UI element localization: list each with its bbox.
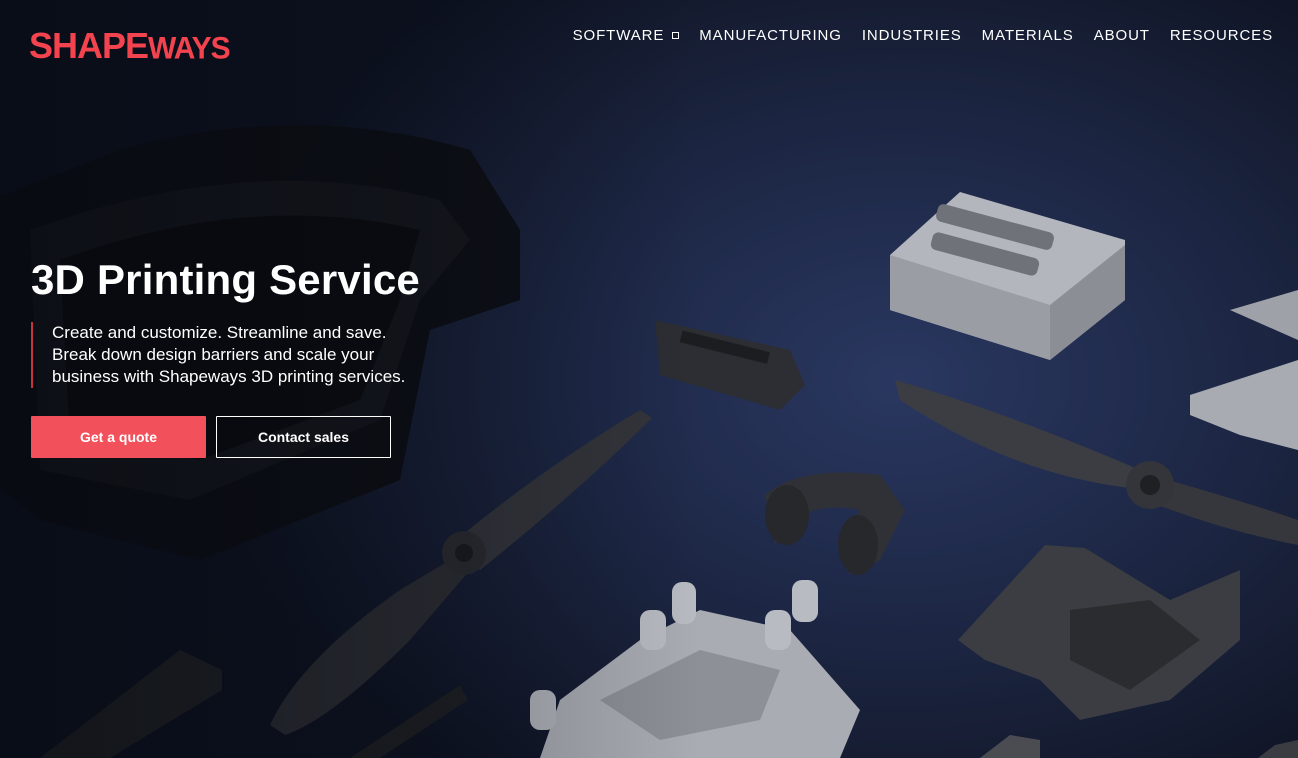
shapeways-logo[interactable]: SHAPE WAYS <box>29 25 231 67</box>
hero-description: Create and customize. Streamline and sav… <box>31 322 451 388</box>
main-nav: SOFTWARE MANUFACTURING INDUSTRIES MATERI… <box>573 27 1273 44</box>
nav-item-manufacturing[interactable]: MANUFACTURING <box>699 27 842 44</box>
nav-item-industries[interactable]: INDUSTRIES <box>862 27 962 44</box>
nav-item-software[interactable]: SOFTWARE <box>573 27 680 44</box>
nav-item-label: INDUSTRIES <box>861 27 962 44</box>
nav-item-label: RESOURCES <box>1169 27 1273 44</box>
nav-item-label: ABOUT <box>1093 27 1150 44</box>
nav-item-label: MANUFACTURING <box>699 27 842 44</box>
nav-item-about[interactable]: ABOUT <box>1094 27 1150 44</box>
hero-section: SHAPE WAYS SOFTWARE MANUFACTURING INDUST… <box>0 0 1298 758</box>
nav-item-label: SOFTWARE <box>572 27 665 44</box>
logo-light-text: WAYS <box>148 31 231 66</box>
nav-item-label: MATERIALS <box>981 27 1074 44</box>
get-a-quote-button[interactable]: Get a quote <box>31 416 206 458</box>
hero-title: 3D Printing Service <box>31 256 420 303</box>
nav-item-materials[interactable]: MATERIALS <box>982 27 1074 44</box>
contact-sales-button[interactable]: Contact sales <box>216 416 391 458</box>
dropdown-square-icon <box>672 32 680 39</box>
logo-bold-text: SHAPE <box>29 25 149 66</box>
top-navigation-bar: SHAPE WAYS SOFTWARE MANUFACTURING INDUST… <box>0 0 1298 74</box>
nav-item-resources[interactable]: RESOURCES <box>1170 27 1273 44</box>
